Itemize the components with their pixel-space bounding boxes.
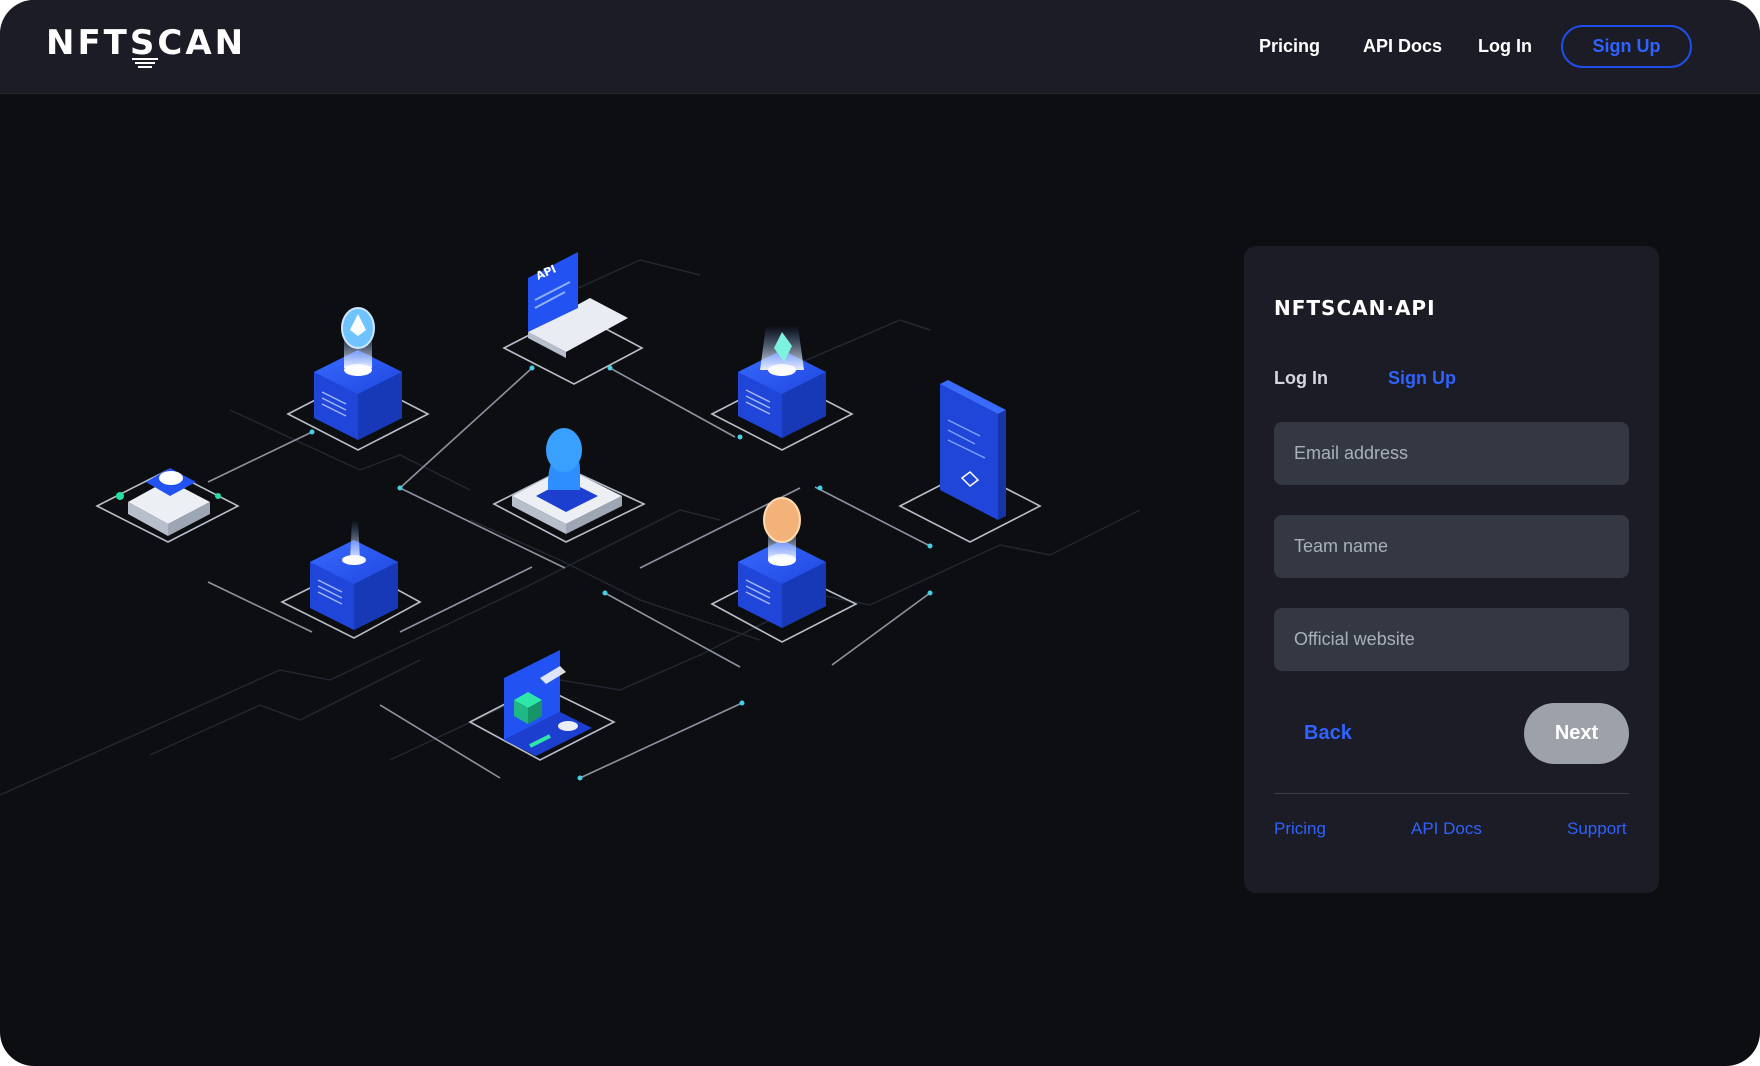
nav-signup-button[interactable]: Sign Up bbox=[1561, 25, 1692, 68]
crystal-server-icon bbox=[738, 326, 826, 438]
official-website-input[interactable] bbox=[1274, 608, 1629, 671]
nav-api-docs-link[interactable]: API Docs bbox=[1363, 36, 1442, 57]
network-illustration: API bbox=[0, 252, 1141, 796]
logo-stripes-icon bbox=[132, 58, 158, 68]
footer-support-link[interactable]: Support bbox=[1567, 819, 1627, 839]
tab-signup[interactable]: Sign Up bbox=[1388, 368, 1456, 389]
nftscan-api-logo: NFTSCAN·API bbox=[1274, 296, 1436, 320]
footer-pricing-link[interactable]: Pricing bbox=[1274, 819, 1326, 839]
logo-text: NFTSCAN bbox=[46, 23, 247, 63]
top-nav-bar: NFTSCAN Pricing API Docs Log In Sign Up bbox=[0, 0, 1760, 94]
team-name-input[interactable] bbox=[1274, 515, 1629, 578]
next-button[interactable]: Next bbox=[1524, 703, 1629, 764]
cloud-icon bbox=[116, 468, 221, 536]
data-server-icon bbox=[310, 520, 398, 630]
footer-api-docs-link[interactable]: API Docs bbox=[1411, 819, 1482, 839]
chip-icon bbox=[512, 428, 622, 534]
back-button[interactable]: Back bbox=[1304, 722, 1352, 745]
app-window: NFTSCAN Pricing API Docs Log In Sign Up bbox=[0, 0, 1760, 1066]
bitcoin-server-icon bbox=[738, 497, 826, 628]
ethereum-server-icon bbox=[314, 307, 402, 440]
api-laptop-icon: API bbox=[528, 252, 628, 358]
signup-card: NFTSCAN·API Log In Sign Up Back Next Pri… bbox=[1244, 246, 1659, 893]
platform-tiles bbox=[95, 311, 1042, 761]
nftscan-logo[interactable]: NFTSCAN bbox=[46, 26, 246, 68]
document-icon bbox=[940, 380, 1006, 520]
email-input[interactable] bbox=[1274, 422, 1629, 485]
card-divider bbox=[1274, 793, 1629, 794]
nav-pricing-link[interactable]: Pricing bbox=[1259, 36, 1320, 57]
nav-login-link[interactable]: Log In bbox=[1478, 36, 1532, 57]
tab-login[interactable]: Log In bbox=[1274, 368, 1328, 389]
